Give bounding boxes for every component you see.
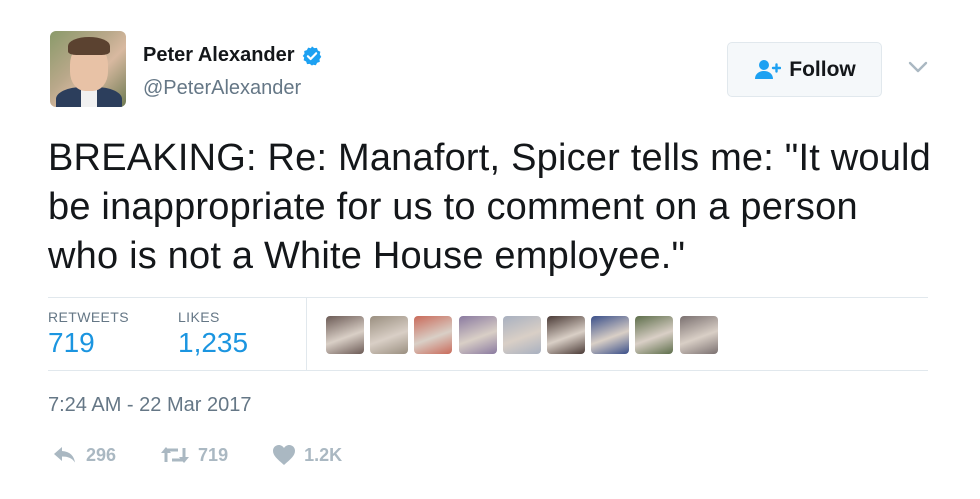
tweet-actions: 296 719 1.2K bbox=[52, 444, 386, 466]
add-user-icon bbox=[755, 59, 782, 79]
avatar-hair bbox=[68, 37, 110, 55]
liker-avatar[interactable] bbox=[679, 316, 718, 354]
author-name-row[interactable]: Peter Alexander bbox=[143, 44, 323, 67]
retweet-count: 719 bbox=[198, 444, 229, 465]
author-display-name[interactable]: Peter Alexander bbox=[143, 44, 295, 67]
heart-icon bbox=[273, 445, 296, 465]
liker-avatar[interactable] bbox=[591, 316, 630, 354]
divider-bottom bbox=[48, 370, 928, 371]
reply-action[interactable]: 296 bbox=[52, 444, 116, 466]
like-count: 1.2K bbox=[304, 444, 343, 465]
liker-avatar[interactable] bbox=[414, 316, 453, 354]
follow-button[interactable]: Follow bbox=[727, 42, 882, 97]
liker-avatar[interactable] bbox=[635, 316, 674, 354]
retweets-stat[interactable]: RETWEETS 719 bbox=[48, 309, 129, 359]
author-handle[interactable]: @PeterAlexander bbox=[143, 77, 301, 100]
follow-button-label: Follow bbox=[789, 57, 856, 81]
stats-separator bbox=[306, 297, 307, 370]
liker-avatar[interactable] bbox=[370, 316, 409, 354]
retweets-count: 719 bbox=[48, 327, 95, 358]
retweet-action[interactable]: 719 bbox=[160, 444, 228, 466]
likes-stat[interactable]: LIKES 1,235 bbox=[178, 309, 248, 359]
verified-badge-icon bbox=[301, 45, 323, 67]
divider-top bbox=[48, 297, 928, 298]
retweet-icon bbox=[161, 447, 190, 463]
likes-count: 1,235 bbox=[178, 327, 249, 358]
likes-label: LIKES bbox=[178, 309, 220, 325]
tweet-timestamp[interactable]: 7:24 AM - 22 Mar 2017 bbox=[48, 394, 251, 417]
chevron-down-icon[interactable] bbox=[905, 57, 931, 77]
like-action[interactable]: 1.2K bbox=[272, 444, 342, 466]
reply-count: 296 bbox=[86, 444, 117, 465]
liker-avatar[interactable] bbox=[502, 316, 541, 354]
likers-avatar-list bbox=[326, 316, 724, 354]
tweet-text: BREAKING: Re: Manafort, Spicer tells me:… bbox=[48, 137, 932, 277]
liker-avatar[interactable] bbox=[326, 316, 364, 354]
liker-avatar[interactable] bbox=[546, 316, 585, 354]
liker-avatar[interactable] bbox=[458, 316, 497, 354]
retweets-label: RETWEETS bbox=[48, 309, 129, 325]
reply-icon bbox=[54, 447, 75, 463]
author-avatar[interactable] bbox=[50, 31, 126, 107]
